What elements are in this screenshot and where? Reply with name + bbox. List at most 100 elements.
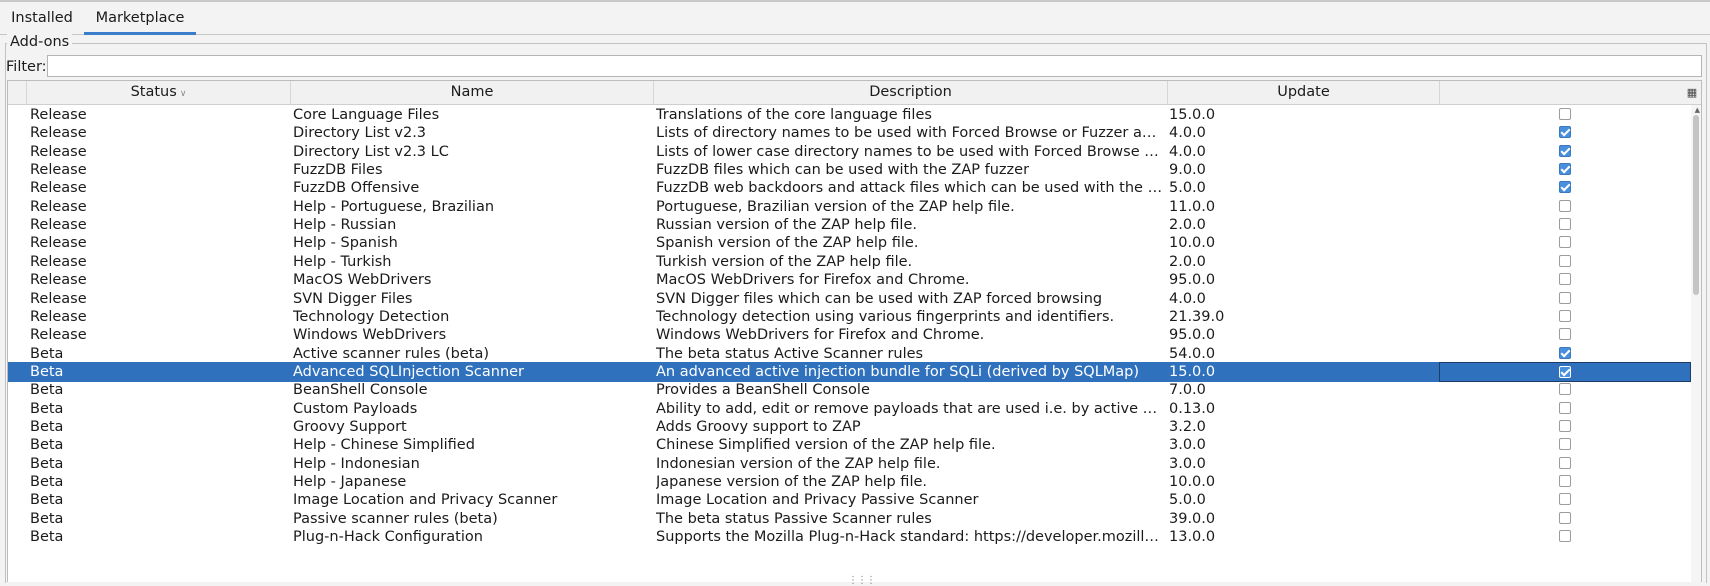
table-row[interactable]: Beta BeanShell Console Provides a BeanShel… [8, 380, 1691, 400]
table-row[interactable]: Release MacOS WebDrivers MacOS WebDrivers … [8, 270, 1691, 290]
table-row[interactable]: Beta Plug-n-Hack Configuration Supports th… [8, 527, 1691, 547]
row-name: Core Language Files [293, 107, 440, 123]
row-status: Beta [30, 510, 64, 527]
table-row[interactable]: Beta Help - Indonesian Indonesian version … [8, 454, 1691, 474]
row-update-version: 5.0.0 [1169, 180, 1206, 197]
row-select-checkbox[interactable] [1559, 163, 1571, 176]
column-header-name[interactable]: Name [290, 81, 653, 104]
table-row[interactable]: Release Help - Turkish Turkish version of … [8, 252, 1691, 272]
row-select-checkbox[interactable] [1559, 108, 1571, 120]
row-name: Directory List v2.3 LC [293, 143, 449, 160]
row-description: Windows WebDrivers for Firefox and Chrom… [656, 327, 985, 344]
row-name: Help - Spanish [293, 235, 398, 252]
table-row[interactable]: Release Help - Portuguese, Brazilian Portu… [8, 197, 1691, 217]
row-update-version: 21.39.0 [1169, 308, 1225, 325]
row-select-cell [1439, 454, 1691, 474]
table-row[interactable]: Release Help - Spanish Spanish version of … [8, 233, 1691, 253]
row-select-checkbox[interactable] [1559, 365, 1571, 378]
row-name: Active scanner rules (beta) [293, 345, 490, 362]
column-header-select[interactable] [1439, 81, 1685, 104]
row-select-checkbox[interactable] [1559, 273, 1571, 286]
row-status: Release [30, 327, 87, 344]
table-row[interactable]: Release Help - Russian Russian version of … [8, 215, 1691, 235]
column-header-update[interactable]: Update [1167, 81, 1439, 104]
row-select-checkbox[interactable] [1559, 309, 1571, 322]
row-select-checkbox[interactable] [1559, 456, 1571, 469]
row-status: Release [30, 162, 87, 179]
row-update-version: 13.0.0 [1169, 529, 1216, 546]
row-select-checkbox[interactable] [1559, 346, 1571, 359]
table-row[interactable]: Release SVN Digger Files SVN Digger files … [8, 289, 1691, 309]
column-header-description[interactable]: Description [653, 81, 1167, 104]
table-row[interactable]: Beta Custom Payloads Ability to add, edit … [8, 399, 1691, 419]
row-select-checkbox[interactable] [1559, 438, 1571, 451]
row-select-checkbox[interactable] [1559, 328, 1571, 341]
row-name: MacOS WebDrivers [293, 272, 432, 289]
row-select-cell [1439, 361, 1691, 382]
filter-input[interactable] [47, 55, 1702, 77]
table-row[interactable]: Release Windows WebDrivers Windows WebDriv… [8, 325, 1691, 345]
row-select-checkbox[interactable] [1559, 401, 1571, 414]
row-select-checkbox[interactable] [1559, 181, 1571, 194]
table-row[interactable]: Beta Image Location and Privacy Scanner Im… [8, 490, 1691, 510]
row-select-checkbox[interactable] [1559, 291, 1571, 304]
row-status: Release [30, 290, 87, 307]
row-description: Technology detection using various finge… [656, 308, 1115, 325]
table-row[interactable]: Beta Help - Chinese Simplified Chinese Sim… [8, 435, 1691, 455]
row-update-version: 11.0.0 [1169, 198, 1216, 215]
row-select-checkbox[interactable] [1559, 511, 1571, 524]
row-status: Beta [30, 400, 64, 417]
table-row[interactable]: Release Core Language Files Translations o… [8, 105, 1691, 125]
table-row[interactable]: Release Technology Detection Technology de… [8, 307, 1691, 327]
table-row[interactable]: Beta Groovy Support Adds Groovy support to… [8, 417, 1691, 437]
vertical-scrollbar[interactable]: ▲ [1691, 105, 1701, 582]
row-select-checkbox[interactable] [1559, 383, 1571, 396]
row-status: Beta [30, 529, 64, 546]
table-row[interactable]: Release FuzzDB Files FuzzDB files which ca… [8, 160, 1691, 180]
row-update-version: 4.0.0 [1169, 125, 1206, 142]
row-description: An advanced active injection bundle for … [656, 363, 1140, 380]
scroll-up-icon[interactable]: ▲ [1695, 106, 1700, 114]
table-row[interactable]: Release FuzzDB Offensive FuzzDB web backdo… [8, 178, 1691, 198]
addons-group-title: Add-ons [7, 34, 73, 50]
row-select-checkbox[interactable] [1559, 236, 1571, 249]
row-select-checkbox[interactable] [1559, 199, 1571, 212]
row-description: Chinese Simplified version of the ZAP he… [656, 437, 996, 454]
tab-marketplace[interactable]: Marketplace [84, 2, 196, 35]
row-description: Russian version of the ZAP help file. [656, 217, 917, 234]
scrollbar-thumb[interactable] [1693, 115, 1699, 295]
row-select-checkbox[interactable] [1559, 419, 1571, 432]
table-row[interactable]: Beta Help - Japanese Japanese version of t… [8, 472, 1691, 492]
tab-installed[interactable]: Installed [2, 2, 82, 34]
row-name: Windows WebDrivers [293, 327, 447, 344]
row-update-version: 3.0.0 [1169, 455, 1206, 472]
row-name: Image Location and Privacy Scanner [293, 492, 558, 509]
row-status: Release [30, 253, 87, 270]
row-select-cell [1439, 417, 1691, 437]
column-header-status[interactable]: Status ∨ [26, 81, 290, 104]
row-status: Release [30, 107, 87, 123]
column-control-icon[interactable]: ▦ [1683, 81, 1701, 104]
row-select-checkbox[interactable] [1559, 254, 1571, 267]
row-description: The beta status Active Scanner rules [656, 345, 924, 362]
row-select-checkbox[interactable] [1559, 475, 1571, 487]
row-select-cell [1439, 270, 1691, 290]
row-select-checkbox[interactable] [1559, 144, 1571, 157]
table-row[interactable]: Beta Passive scanner rules (beta) The beta… [8, 509, 1691, 529]
row-select-checkbox[interactable] [1559, 126, 1571, 139]
row-select-checkbox[interactable] [1559, 218, 1571, 231]
table-row[interactable]: Release Directory List v2.3 Lists of direc… [8, 123, 1691, 143]
table-row[interactable]: Beta Active scanner rules (beta) The beta … [8, 344, 1691, 364]
table-row[interactable]: Release Directory List v2.3 LC Lists of lo… [8, 142, 1691, 162]
filter-label: Filter: [6, 59, 47, 75]
row-update-version: 2.0.0 [1169, 217, 1206, 234]
table-row[interactable]: Beta Advanced SQLInjection Scanner An adva… [8, 361, 1691, 382]
row-update-version: 4.0.0 [1169, 290, 1206, 307]
row-status: Beta [30, 382, 64, 399]
row-select-checkbox[interactable] [1559, 530, 1571, 543]
row-update-version: 95.0.0 [1169, 327, 1216, 344]
row-select-checkbox[interactable] [1559, 493, 1571, 506]
resize-grip-icon[interactable]: ⋮⋮⋮ [848, 575, 876, 586]
row-select-cell [1439, 215, 1691, 235]
row-update-version: 7.0.0 [1169, 382, 1206, 399]
